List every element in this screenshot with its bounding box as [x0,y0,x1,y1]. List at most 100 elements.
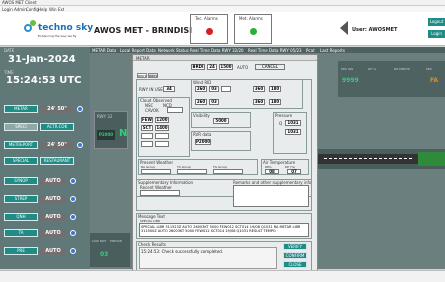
synop-info-icon[interactable] [70,178,76,184]
metar-info-icon[interactable] [77,106,83,112]
speci-button[interactable]: SPECI [4,123,38,131]
close-button[interactable]: CLOSE [283,261,307,268]
wind-dir-field[interactable]: 260 [195,86,207,92]
wind-gust-field[interactable] [221,86,231,92]
date-label: DATE [4,48,15,53]
tec-alarm-led-icon[interactable] [206,28,213,35]
login-button[interactable]: Login [428,30,445,38]
dewpoint-field[interactable]: 07 [287,169,301,174]
bottom-status-card: LOW RWY MEDIUM 03 [90,233,130,267]
ta-mode: AUTO [40,229,66,237]
cloud-3-type[interactable] [141,133,153,139]
tile-prs2-label: PRS [426,67,432,71]
rwy-card-value: P2000 [97,130,115,140]
remarks-field[interactable] [233,185,309,207]
metar-button[interactable]: METAR [4,105,38,113]
strep-button[interactable]: STREP [4,195,38,203]
bottom-label-medium: MEDIUM [110,239,123,243]
cloud-2-type[interactable]: SCT [141,125,153,131]
wind2-dir-field[interactable]: 260 [195,99,207,105]
qnh-mode: AUTO [40,213,66,221]
wind-label: Wind RID [193,80,212,85]
ta-info-icon[interactable] [70,230,76,236]
time-value: 15:24:53 UTC [6,75,82,86]
tab-rwy1[interactable]: RWY1 [137,73,147,78]
station-field[interactable]: BRDI [191,64,205,70]
date-field[interactable]: 24 [207,64,217,70]
right-tiles: PRS hPa 9999 RH % RR MM/HR PRS FA [338,61,445,97]
recent-weather-field[interactable] [140,190,180,196]
logo-dot-icon [30,20,36,26]
met-alarms-label: Met. Alarms [239,16,263,21]
cloud-extra-field[interactable] [167,107,183,113]
actr-cok-button[interactable]: ACTR.COK [40,123,74,131]
logo-tagline: Enhancing the way we fly [38,34,77,38]
runway-centerline [324,158,412,159]
tile-prs-value: 9999 [342,77,359,84]
restaurant-button[interactable]: RESTAURANT [40,157,74,165]
cloud-1-height[interactable]: 1200 [155,117,169,123]
cloud-4-height[interactable] [155,141,169,147]
wind-var1-field[interactable]: 360 [253,86,265,92]
tile-prs2-value: FA [430,77,439,84]
window-title: AWOS MET Client [2,0,37,5]
wind-var2-field[interactable]: 180 [269,86,281,92]
cancel-toggle[interactable]: CANCEL [255,64,285,70]
pre-button[interactable]: PRE [4,247,38,255]
tec-alarms-panel: Tec. Alarms [190,14,228,44]
metreport-info-icon[interactable] [77,142,83,148]
status-bar [0,270,445,282]
pw-fg-field[interactable] [213,169,243,174]
wind2-var1-field[interactable]: 360 [253,99,265,105]
bottom-label-low: LOW RWY [92,239,107,243]
rvr-field[interactable]: P2000 [195,139,211,145]
pre-info-icon[interactable] [70,248,76,254]
message-text-area[interactable]: SPECIAL LIBR 311523Z AUTO 26003KT 5000 F… [139,223,309,237]
qnh-button[interactable]: QNH [4,213,38,221]
q-label: Q [279,121,283,126]
ta-button[interactable]: TA [4,229,38,237]
cloud-2-height[interactable]: 1400 [155,125,169,131]
wind2-speed-field[interactable]: 03 [209,99,219,105]
tile-rr-label: RR MM/HR [394,67,410,71]
pw-ra-field[interactable] [141,169,171,174]
wind2-var2-field[interactable]: 180 [269,99,281,105]
metar-timer: 24' 50" [40,105,74,113]
qnh-info-icon[interactable] [70,214,76,220]
time-field[interactable]: 1500 [219,64,233,70]
strep-info-icon[interactable] [70,196,76,202]
qnh-field[interactable]: 1031 [285,120,301,126]
verify-button[interactable]: VERIFY [283,243,307,250]
tec-alarms-label: Tec. Alarms [195,16,218,21]
wind-speed-field[interactable]: 03 [209,86,219,92]
logout-button[interactable]: Logout [428,18,445,26]
date-value: 31-Jan-2024 [8,54,76,65]
tab-rwy2[interactable]: RWY2 [148,73,158,78]
dialog-titlebar: METAR [133,55,317,61]
cloud-1-type[interactable]: FEW [141,117,153,123]
rwy-in-use-field[interactable]: 34 [163,86,175,92]
synop-button[interactable]: SYNOP [4,177,38,185]
runway-graphic [318,154,418,164]
cloud-3-height[interactable] [155,133,169,139]
metreport-timer: 24' 50" [40,141,74,149]
synop-mode: AUTO [40,177,66,185]
cloud-4-type[interactable] [141,141,153,147]
visibility-field[interactable]: 5000 [213,118,229,124]
rwy-card-label: RWY 32 [97,114,113,119]
pw-ts-field[interactable] [177,169,207,174]
app-title: AWOS MET - BRINDISI [94,26,193,35]
logo-text: techno sky [38,23,94,33]
rwy-in-use-label: RWY IN USE [139,87,163,92]
special-button[interactable]: SPECIAL [4,157,38,165]
temp-field[interactable]: 08 [265,169,279,174]
user-label: User: AWOSMET [352,27,398,33]
qnh2-field[interactable]: 1031 [285,129,301,135]
confirm-button[interactable]: CONFIRM [283,252,307,259]
cavok-radio[interactable]: CAVOK [145,108,159,113]
left-panel: DATE 31-Jan-2024 TIME 15:24:53 UTC METAR… [0,47,90,269]
met-alarm-led-icon[interactable] [250,28,257,35]
metreport-button[interactable]: METREPORT [4,141,38,149]
speaker-icon[interactable] [340,21,348,35]
check-results-area: 15:24:53: Check successfully completed. [139,247,277,269]
